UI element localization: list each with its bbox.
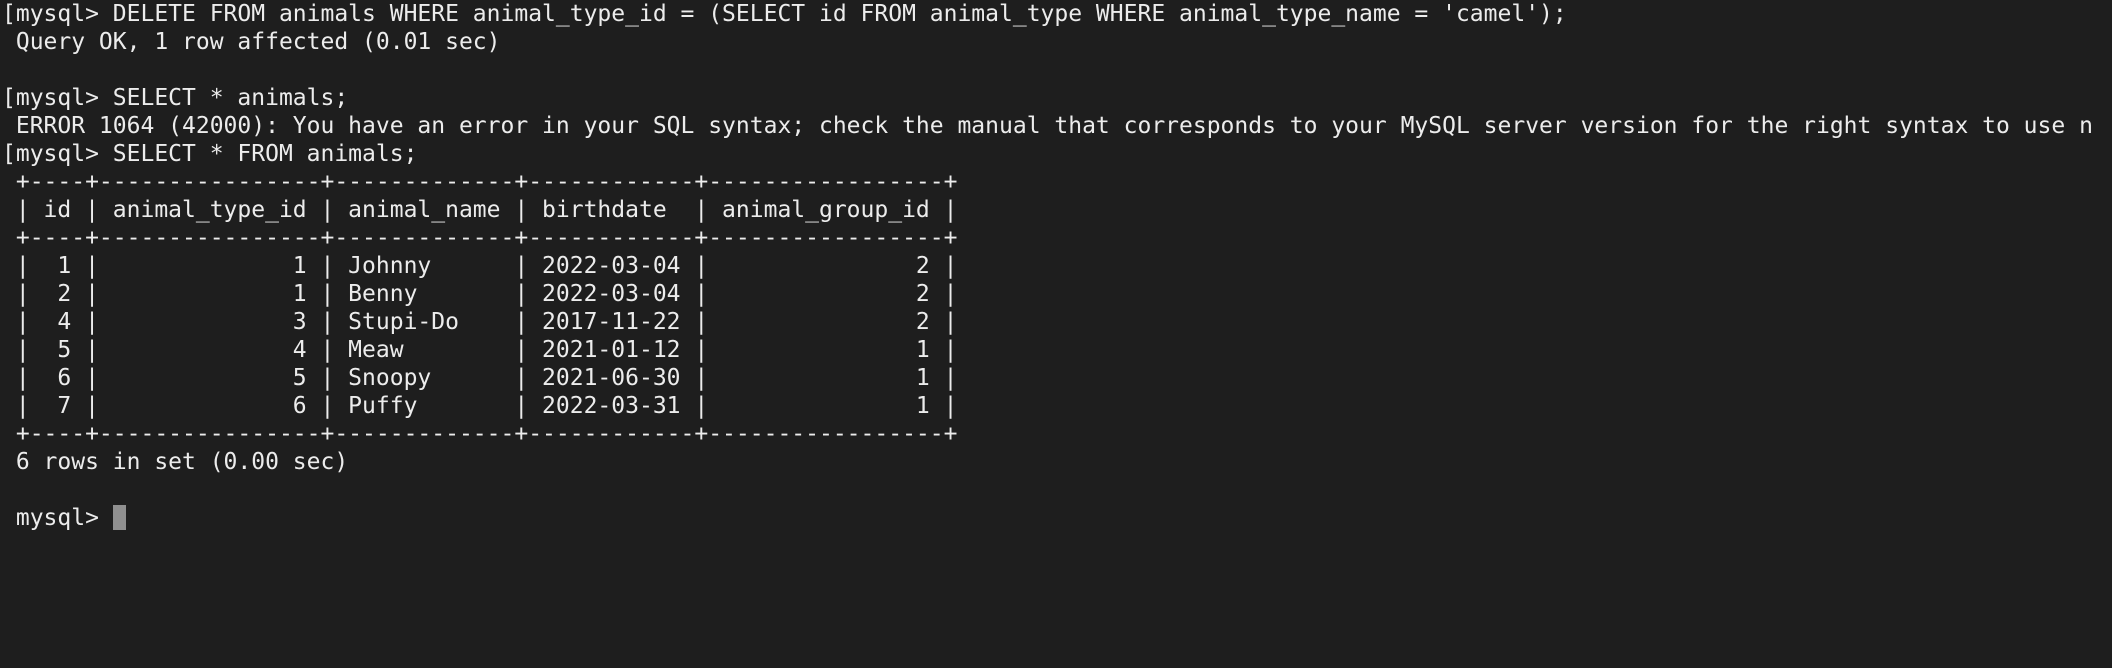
terminal-line-delete-command: [mysql> DELETE FROM animals WHERE animal…: [2, 1, 1567, 27]
table-row: | 6 | 5 | Snoopy | 2021-06-30 | 1 |: [2, 365, 958, 391]
table-border-top: +----+----------------+-------------+---…: [2, 169, 958, 195]
table-row: | 5 | 4 | Meaw | 2021-01-12 | 1 |: [2, 337, 958, 363]
table-row: | 7 | 6 | Puffy | 2022-03-31 | 1 |: [2, 393, 958, 419]
terminal-line-select-command-bad: [mysql> SELECT * animals;: [2, 85, 349, 111]
terminal-line-error: ERROR 1064 (42000): You have an error in…: [2, 113, 2093, 139]
terminal-line-query-ok: Query OK, 1 row affected (0.01 sec): [2, 29, 501, 55]
table-border-bottom: +----+----------------+-------------+---…: [2, 421, 958, 447]
text-cursor: [112, 505, 126, 530]
table-header-row: | id | animal_type_id | animal_name | bi…: [2, 197, 958, 223]
terminal-line-select-command: [mysql> SELECT * FROM animals;: [2, 141, 418, 167]
terminal-output: [mysql> DELETE FROM animals WHERE animal…: [2, 0, 2110, 532]
table-row: | 1 | 1 | Johnny | 2022-03-04 | 2 |: [2, 253, 958, 279]
terminal-prompt-line[interactable]: mysql>: [2, 504, 2110, 532]
table-row: | 4 | 3 | Stupi-Do | 2017-11-22 | 2 |: [2, 309, 958, 335]
table-row: | 2 | 1 | Benny | 2022-03-04 | 2 |: [2, 281, 958, 307]
terminal-window[interactable]: [mysql> DELETE FROM animals WHERE animal…: [0, 0, 2112, 668]
mysql-prompt: mysql>: [2, 505, 113, 531]
terminal-line-rows-in-set: 6 rows in set (0.00 sec): [2, 449, 349, 475]
table-border-header: +----+----------------+-------------+---…: [2, 225, 958, 251]
